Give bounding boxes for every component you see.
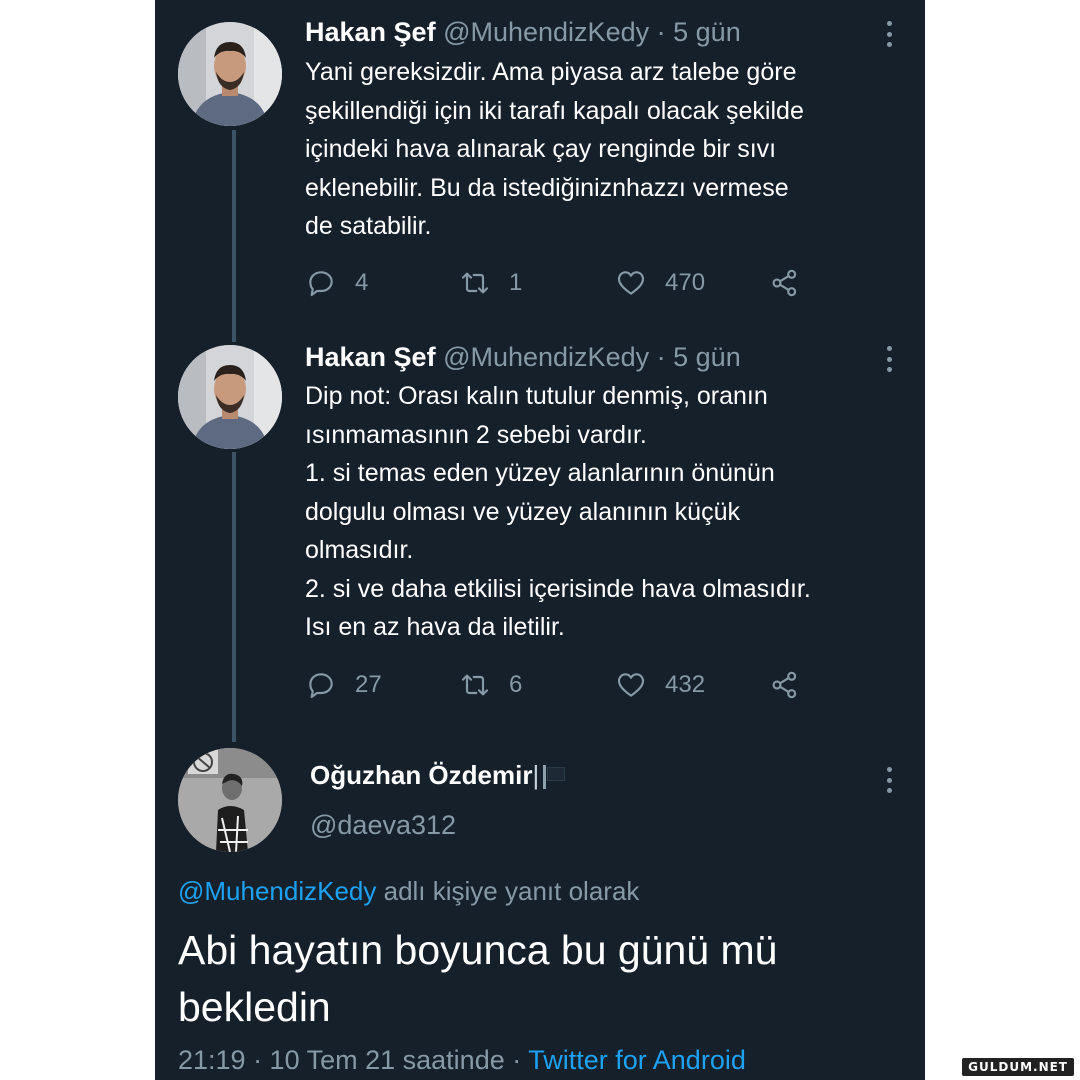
tweet-thread: Hakan Şef @MuhendizKedy · 5 gün Yani ger… — [155, 0, 925, 1080]
reply-context-text: adlı kişiye yanıt olarak — [376, 876, 640, 906]
reply-button[interactable]: 4 — [305, 266, 368, 300]
timestamp[interactable]: 21:19 · 10 Tem 21 saatinde · — [178, 1045, 528, 1075]
name-suffix: | — [532, 760, 540, 790]
reply-button[interactable]: 27 — [305, 668, 382, 702]
author-handle[interactable]: @MuhendizKedy — [443, 342, 649, 372]
tweet-metadata: 21:19 · 10 Tem 21 saatinde · Twitter for… — [178, 1045, 746, 1076]
thread-line — [232, 452, 236, 742]
separator: · — [656, 342, 666, 372]
avatar[interactable] — [178, 345, 282, 449]
author-handle[interactable]: @MuhendizKedy — [443, 17, 649, 47]
avatar[interactable] — [178, 22, 282, 126]
tweet-actions: 4 1 470 — [305, 266, 825, 300]
reply-count: 4 — [355, 269, 369, 296]
thread-line — [232, 130, 236, 342]
avatar-photo-icon — [178, 345, 282, 449]
like-button[interactable]: 470 — [615, 266, 705, 300]
tweet-time[interactable]: 5 gün — [673, 342, 741, 372]
reply-icon — [309, 673, 333, 699]
more-options-icon[interactable] — [883, 346, 895, 372]
tweet-header: Hakan Şef @MuhendizKedy · 5 gün — [305, 342, 741, 373]
watermark-logo: GULDUM.NET — [962, 1058, 1074, 1076]
source-link[interactable]: Twitter for Android — [528, 1045, 746, 1075]
share-button[interactable] — [769, 668, 819, 702]
like-count: 432 — [665, 671, 706, 698]
retweet-icon — [461, 674, 489, 696]
mention-link[interactable]: @MuhendizKedy — [178, 876, 376, 906]
author-name[interactable]: Hakan Şef — [305, 342, 436, 372]
black-flag-icon — [541, 763, 567, 789]
share-button[interactable] — [769, 266, 819, 300]
reply-author[interactable]: Oğuzhan Özdemir | — [310, 760, 567, 791]
more-options-icon[interactable] — [883, 767, 895, 793]
reply-context: @MuhendizKedy adlı kişiye yanıt olarak — [178, 876, 639, 907]
author-name[interactable]: Hakan Şef — [305, 17, 436, 47]
author-name[interactable]: Oğuzhan Özdemir — [310, 760, 532, 791]
heart-icon — [617, 673, 645, 697]
share-icon — [772, 671, 797, 699]
retweet-icon — [461, 272, 489, 294]
like-button[interactable]: 432 — [615, 668, 705, 702]
retweet-button[interactable]: 1 — [459, 266, 522, 300]
reply-count: 27 — [355, 671, 382, 698]
tweet-header: Hakan Şef @MuhendizKedy · 5 gün — [305, 17, 741, 48]
avatar-photo-icon — [178, 748, 282, 852]
avatar-photo-icon — [178, 22, 282, 126]
heart-icon — [617, 271, 645, 295]
share-icon — [772, 269, 797, 297]
reply-text: Abi hayatın boyunca bu günü mü bekledin — [178, 927, 778, 1030]
tweet-text: Yani gereksizdir. Ama piyasa arz talebe … — [305, 58, 804, 240]
retweet-count: 6 — [509, 671, 523, 698]
avatar[interactable] — [178, 748, 282, 852]
separator: · — [656, 17, 666, 47]
retweet-button[interactable]: 6 — [459, 668, 522, 702]
tweet-time[interactable]: 5 gün — [673, 17, 741, 47]
author-handle[interactable]: @daeva312 — [310, 810, 456, 841]
like-count: 470 — [665, 269, 706, 296]
more-options-icon[interactable] — [883, 21, 895, 47]
tweet-actions: 27 6 432 — [305, 668, 825, 702]
retweet-count: 1 — [509, 269, 523, 296]
tweet-text: Dip not: Orası kalın tutulur denmiş, ora… — [305, 382, 811, 641]
reply-icon — [309, 271, 333, 297]
